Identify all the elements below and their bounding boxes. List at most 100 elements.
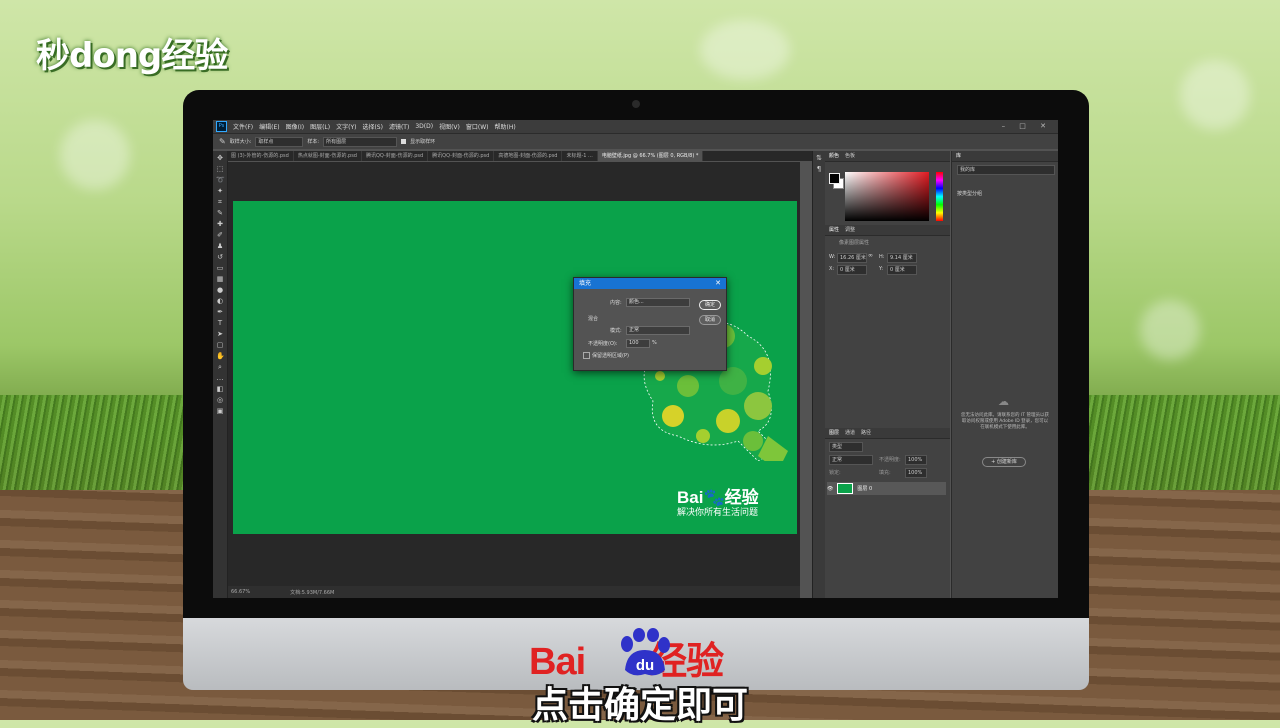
gradient-tool-icon[interactable]: ▦ <box>216 275 224 283</box>
menu-file[interactable]: 文件(F) <box>233 122 253 131</box>
library-select[interactable]: 我的库 <box>957 165 1055 175</box>
history-icon[interactable]: ⇅ <box>815 154 823 162</box>
doc-tab[interactable]: 高德地图-封面-伤源的.psd <box>494 151 563 161</box>
eraser-tool-icon[interactable]: ▭ <box>216 264 224 272</box>
screen-mode-icon[interactable]: ▣ <box>216 407 224 415</box>
preserve-checkbox[interactable] <box>583 352 590 359</box>
close-icon[interactable]: ✕ <box>715 278 721 289</box>
zoom-readout[interactable]: 66.67% <box>231 589 250 595</box>
x-label: X: <box>829 266 835 272</box>
menu-select[interactable]: 选择(S) <box>362 122 383 131</box>
more-tools-icon[interactable]: … <box>216 374 224 382</box>
crop-tool-icon[interactable]: ⌗ <box>216 198 224 206</box>
sample-size-label: 取样大小: <box>229 139 252 145</box>
show-ring-checkbox[interactable] <box>401 139 407 144</box>
content-select[interactable]: 颜色... <box>626 298 690 307</box>
tab-libraries[interactable]: 库 <box>956 151 961 161</box>
doc-tab[interactable]: 未标题-1 ... <box>562 151 598 161</box>
doc-tab[interactable]: 腾讯QQ-封面-伤源的.psd <box>362 151 429 161</box>
x-input[interactable]: 0 厘米 <box>837 265 867 275</box>
move-tool-icon[interactable]: ✥ <box>216 154 224 162</box>
magic-wand-tool-icon[interactable]: ✦ <box>216 187 224 195</box>
menu-type[interactable]: 文字(Y) <box>336 122 356 131</box>
menu-3d[interactable]: 3D(D) <box>415 123 433 130</box>
tab-adjustments[interactable]: 调整 <box>845 225 855 235</box>
color-panel-header: 颜色 色板 <box>825 151 950 162</box>
tab-swatches[interactable]: 色板 <box>845 151 855 161</box>
eyedropper-tool-icon[interactable]: ✎ <box>216 209 224 217</box>
document-slogan: 解决你所有生活问题 <box>677 508 759 518</box>
hand-tool-icon[interactable]: ✋ <box>216 352 225 360</box>
doc-tab-active[interactable]: 电脑壁纸.jpg @ 66.7% (图层 0, RGB/8) * <box>597 151 704 161</box>
y-input[interactable]: 0 厘米 <box>887 265 917 275</box>
healing-tool-icon[interactable]: ✚ <box>216 220 224 228</box>
fill-dialog-title: 填充 ✕ <box>574 278 726 289</box>
color-picker-field[interactable] <box>845 172 929 221</box>
shape-tool-icon[interactable]: ▢ <box>216 341 224 349</box>
path-select-tool-icon[interactable]: ➤ <box>216 330 224 338</box>
stamp-tool-icon[interactable]: ♟ <box>216 242 224 250</box>
foreground-color-swatch[interactable] <box>829 173 840 184</box>
eyedropper-icon[interactable]: ✎ <box>219 137 226 146</box>
doc-tab[interactable]: 图 (3)-外管的-伤源的.psd <box>227 151 294 161</box>
lasso-tool-icon[interactable]: ➰ <box>216 176 225 184</box>
hue-slider[interactable] <box>936 172 943 221</box>
menu-filter[interactable]: 滤镜(T) <box>389 122 409 131</box>
type-tool-icon[interactable]: T <box>216 319 224 327</box>
tab-properties[interactable]: 属性 <box>829 225 839 235</box>
sample-size-select[interactable]: 取样点 <box>255 136 304 147</box>
tab-color[interactable]: 颜色 <box>829 151 839 161</box>
tab-layers[interactable]: 图层 <box>829 428 839 438</box>
eye-icon[interactable]: 👁 <box>827 486 833 492</box>
pen-tool-icon[interactable]: ✒ <box>216 308 224 316</box>
create-library-button[interactable]: + 创建新库 <box>982 457 1026 467</box>
menu-image[interactable]: 图像(I) <box>286 122 304 131</box>
menu-layer[interactable]: 图层(L) <box>310 122 330 131</box>
fill-input[interactable]: 100% <box>905 468 927 478</box>
mode-select[interactable]: 正常 <box>626 326 690 335</box>
window-controls[interactable]: – □ ✕ <box>1002 122 1052 130</box>
quick-mask-icon[interactable]: ◎ <box>216 396 224 404</box>
menu-edit[interactable]: 编辑(E) <box>259 122 279 131</box>
menu-view[interactable]: 视图(V) <box>439 122 460 131</box>
blur-tool-icon[interactable]: ● <box>216 286 224 294</box>
bokeh-light <box>1140 300 1200 360</box>
layer-thumbnail <box>837 483 854 494</box>
doc-tab[interactable]: 热点就图-封面-伤源的.psd <box>294 151 362 161</box>
layer-kind-filter[interactable]: 类型 <box>829 442 863 452</box>
document-tabs: 图 (3)-外管的-伤源的.psd 热点就图-封面-伤源的.psd 腾讯QQ-封… <box>227 151 812 161</box>
blend-mode-select[interactable]: 正常 <box>829 455 873 465</box>
zoom-tool-icon[interactable]: ⌕ <box>216 363 224 371</box>
layer-name: 图层 0 <box>857 486 873 492</box>
tools-panel: ✥ ⬚ ➰ ✦ ⌗ ✎ ✚ ✐ ♟ ↺ ▭ ▦ ● ◐ ✒ T ➤ ▢ ✋ ⌕ … <box>213 151 228 598</box>
monitor: Ps 文件(F) 编辑(E) 图像(I) 图层(L) 文字(Y) 选择(S) 滤… <box>183 90 1089 690</box>
doc-tab[interactable]: 腾讯QQ-封面-伤源的.psd <box>428 151 495 161</box>
subtitle-caption: 点击确定即可 <box>531 685 748 726</box>
menu-help[interactable]: 帮助(H) <box>495 122 516 131</box>
layer-row[interactable]: 👁 图层 0 <box>827 482 946 495</box>
marquee-tool-icon[interactable]: ⬚ <box>216 165 224 173</box>
width-input[interactable]: 16.26 厘米 <box>837 253 867 263</box>
link-icon[interactable]: ∞ <box>868 252 873 259</box>
canvas-area[interactable]: Bai🐾经验 解决你所有生活问题 填充 ✕ 内容: 颜色... 混合 模式: 正… <box>228 162 800 586</box>
menu-window[interactable]: 窗口(W) <box>466 122 489 131</box>
sample-select[interactable]: 所有图层 <box>323 136 398 147</box>
bokeh-light <box>1180 60 1250 130</box>
cancel-button[interactable]: 取消 <box>699 315 721 325</box>
color-swatches-icon[interactable]: ◧ <box>216 385 224 393</box>
brush-tool-icon[interactable]: ✐ <box>216 231 224 239</box>
ok-button[interactable]: 确定 <box>699 300 721 310</box>
opacity-input[interactable]: 100 <box>626 339 650 348</box>
paragraph-icon[interactable]: ¶ <box>815 165 823 173</box>
tab-paths[interactable]: 路径 <box>861 428 871 438</box>
height-input[interactable]: 9.14 厘米 <box>887 253 917 263</box>
dodge-tool-icon[interactable]: ◐ <box>216 297 224 305</box>
history-brush-tool-icon[interactable]: ↺ <box>216 253 224 261</box>
tab-channels[interactable]: 通道 <box>845 428 855 438</box>
opacity-label: 不透明度(O): <box>588 341 618 347</box>
bokeh-light <box>700 20 790 80</box>
properties-panel-header: 属性 调整 <box>825 225 950 236</box>
layer-opacity-input[interactable]: 100% <box>905 455 927 465</box>
paw-text: du <box>636 657 654 674</box>
library-view-select[interactable]: 按类型分组 <box>957 190 982 197</box>
